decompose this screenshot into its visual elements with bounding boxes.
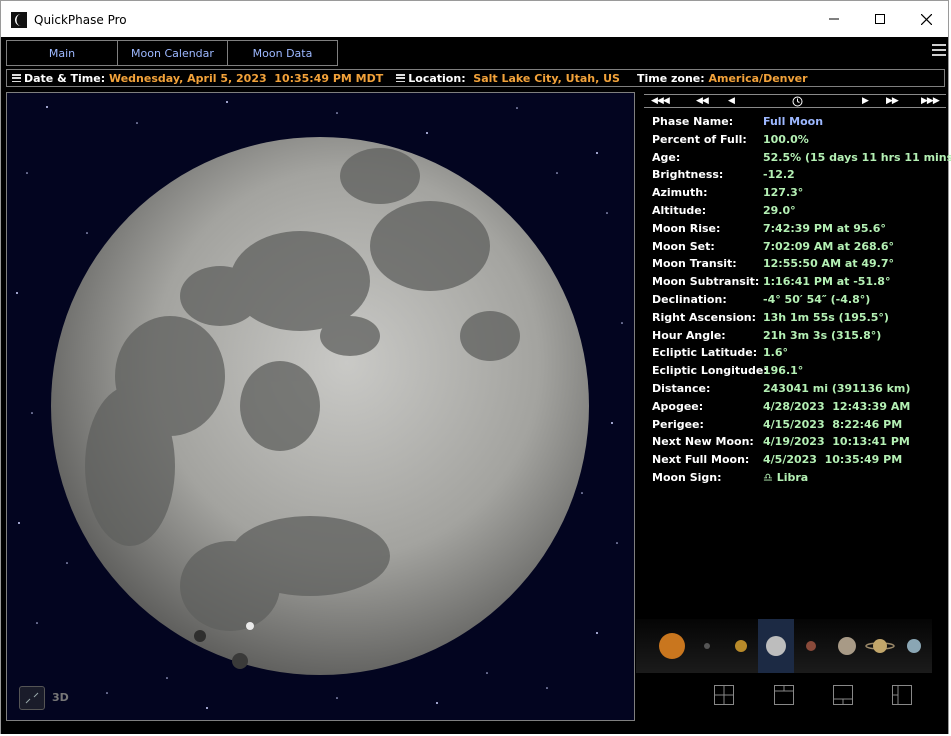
saturn-icon[interactable]: [865, 639, 895, 653]
info-bar: Date & Time: Wednesday, April 5, 2023 10…: [6, 69, 945, 87]
maximize-button[interactable]: [857, 1, 903, 37]
main-menu-icon[interactable]: [932, 44, 946, 60]
clock-now-icon[interactable]: [792, 96, 803, 108]
close-icon: [920, 13, 932, 25]
datetime-value[interactable]: Wednesday, April 5, 2023 10:35:49 PM MDT: [109, 72, 383, 85]
datetime-menu-icon[interactable]: [12, 74, 21, 83]
planet-selector: [636, 619, 932, 673]
view-mode-label[interactable]: 3D: [52, 691, 69, 704]
full-moon-image: [51, 137, 589, 675]
fast-forward-max-icon[interactable]: ▶▶▶: [921, 95, 940, 107]
location-value[interactable]: Salt Lake City, Utah, US: [473, 72, 620, 85]
moon-view[interactable]: 3D: [6, 92, 635, 721]
layout-top-split-icon[interactable]: [774, 685, 794, 705]
view-mode-button[interactable]: [19, 686, 45, 710]
jupiter-icon[interactable]: [838, 637, 856, 655]
location-label: Location:: [408, 71, 466, 85]
venus-icon[interactable]: [735, 640, 747, 652]
layout-quad-icon[interactable]: [714, 685, 734, 705]
layout-side-split-icon[interactable]: [892, 685, 912, 705]
tab-moon-data[interactable]: Moon Data: [227, 40, 338, 66]
minimize-icon: [829, 18, 839, 20]
rewind-fast-icon[interactable]: ◀◀◀: [651, 95, 670, 107]
tab-moon-calendar[interactable]: Moon Calendar: [117, 40, 228, 66]
fast-forward-icon[interactable]: ▶▶: [886, 95, 899, 107]
step-forward-icon[interactable]: ▶: [862, 95, 869, 107]
tab-main[interactable]: Main: [6, 40, 118, 66]
location-menu-icon[interactable]: [396, 74, 406, 83]
collapse-arrows-icon: [25, 692, 39, 704]
close-button[interactable]: [903, 1, 949, 37]
layout-bottom-split-icon[interactable]: [833, 685, 853, 705]
time-navigation-bar: ◀◀◀ ◀◀ ◀ ▶ ▶▶ ▶▶▶: [644, 94, 946, 108]
timezone-value[interactable]: America/Denver: [708, 72, 807, 85]
step-back-icon[interactable]: ◀: [728, 95, 735, 107]
app-window: QuickPhase Pro Main Moon Calendar Moon D…: [0, 0, 951, 734]
uranus-icon[interactable]: [907, 639, 921, 653]
timezone-label: Time zone:: [636, 71, 705, 85]
moon-planet-icon[interactable]: [766, 636, 786, 656]
sun-icon[interactable]: [659, 633, 685, 659]
maximize-icon: [875, 14, 885, 24]
app-moon-icon: [11, 12, 27, 28]
rewind-icon[interactable]: ◀◀: [696, 95, 709, 107]
mercury-icon[interactable]: [704, 643, 710, 649]
minimize-button[interactable]: [811, 1, 857, 37]
planet-strip: [659, 633, 921, 659]
main-content: Main Moon Calendar Moon Data Date & Time…: [1, 37, 951, 734]
mars-icon[interactable]: [806, 641, 816, 651]
title-bar: QuickPhase Pro: [1, 1, 948, 37]
tab-bar: Main Moon Calendar Moon Data: [6, 40, 338, 66]
window-title: QuickPhase Pro: [34, 13, 127, 27]
datetime-label: Date & Time:: [24, 71, 106, 85]
